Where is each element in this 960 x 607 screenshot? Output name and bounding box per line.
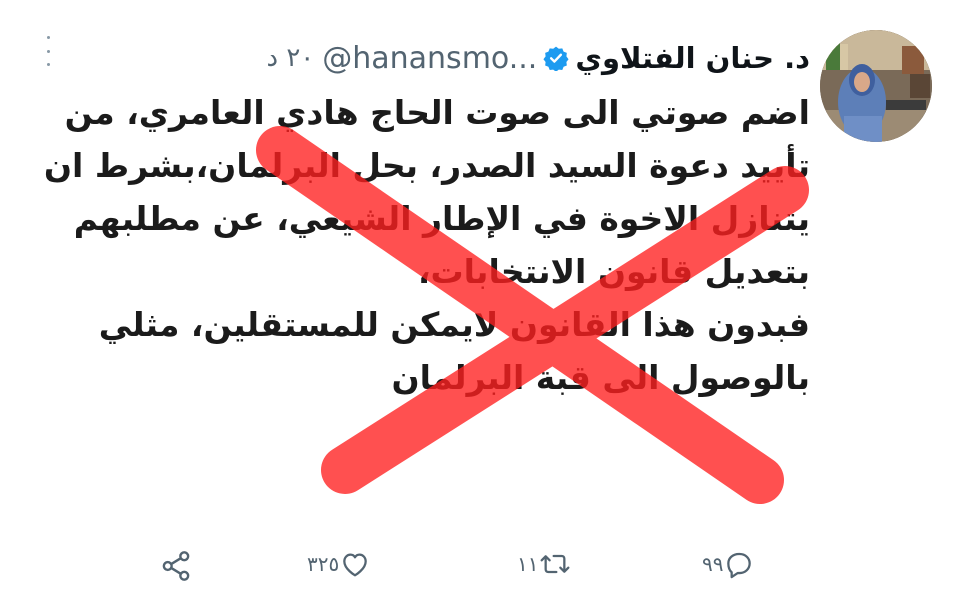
reply-icon [723, 548, 755, 580]
tweet-line: اضم صوتي الى صوت الحاج هادي العامري، من [64, 93, 810, 132]
reply-count: ٩٩ [702, 552, 724, 576]
avatar[interactable] [820, 30, 932, 142]
like-count: ٣٢٥ [307, 552, 340, 576]
display-name[interactable]: د. حنان الفتلاوي [575, 41, 810, 75]
tweet-card[interactable]: د. حنان الفتلاوي @hanansmo... ٢٠ د اضم ص… [0, 0, 960, 607]
retweet-button[interactable]: ١١ [505, 548, 572, 580]
more-options-icon[interactable] [44, 36, 52, 66]
tweet-line: فبدون هذا القانون لايمكن للمستقلين، مثلي [98, 305, 810, 344]
timestamp[interactable]: ٢٠ د [266, 43, 314, 73]
tweet-line: تأييد دعوة السيد الصدر، بحل البرلمان،بشر… [43, 146, 810, 185]
retweet-icon [538, 548, 572, 580]
tweet-text: اضم صوتي الى صوت الحاج هادي العامري، من … [43, 86, 811, 404]
share-icon [158, 548, 194, 584]
tweet-header: د. حنان الفتلاوي @hanansmo... ٢٠ د [266, 38, 810, 78]
share-button[interactable] [158, 548, 194, 584]
reply-button[interactable]: ٩٩ [690, 548, 755, 580]
verified-badge-icon [543, 45, 569, 72]
retweet-count: ١١ [517, 552, 539, 576]
like-button[interactable]: ٣٢٥ [295, 548, 371, 580]
tweet-line: بالوصول الى قبة البرلمان [391, 358, 811, 397]
heart-icon [339, 548, 371, 580]
tweet-line: يتنازل الاخوة في الإطار الشيعي، عن مطلبه… [73, 199, 810, 238]
handle[interactable]: @hanansmo... [322, 41, 537, 76]
tweet-line: بتعديل قانون الانتخابات، [417, 252, 810, 291]
tweet-actions: ٩٩ ١١ ٣٢٥ [0, 540, 960, 590]
